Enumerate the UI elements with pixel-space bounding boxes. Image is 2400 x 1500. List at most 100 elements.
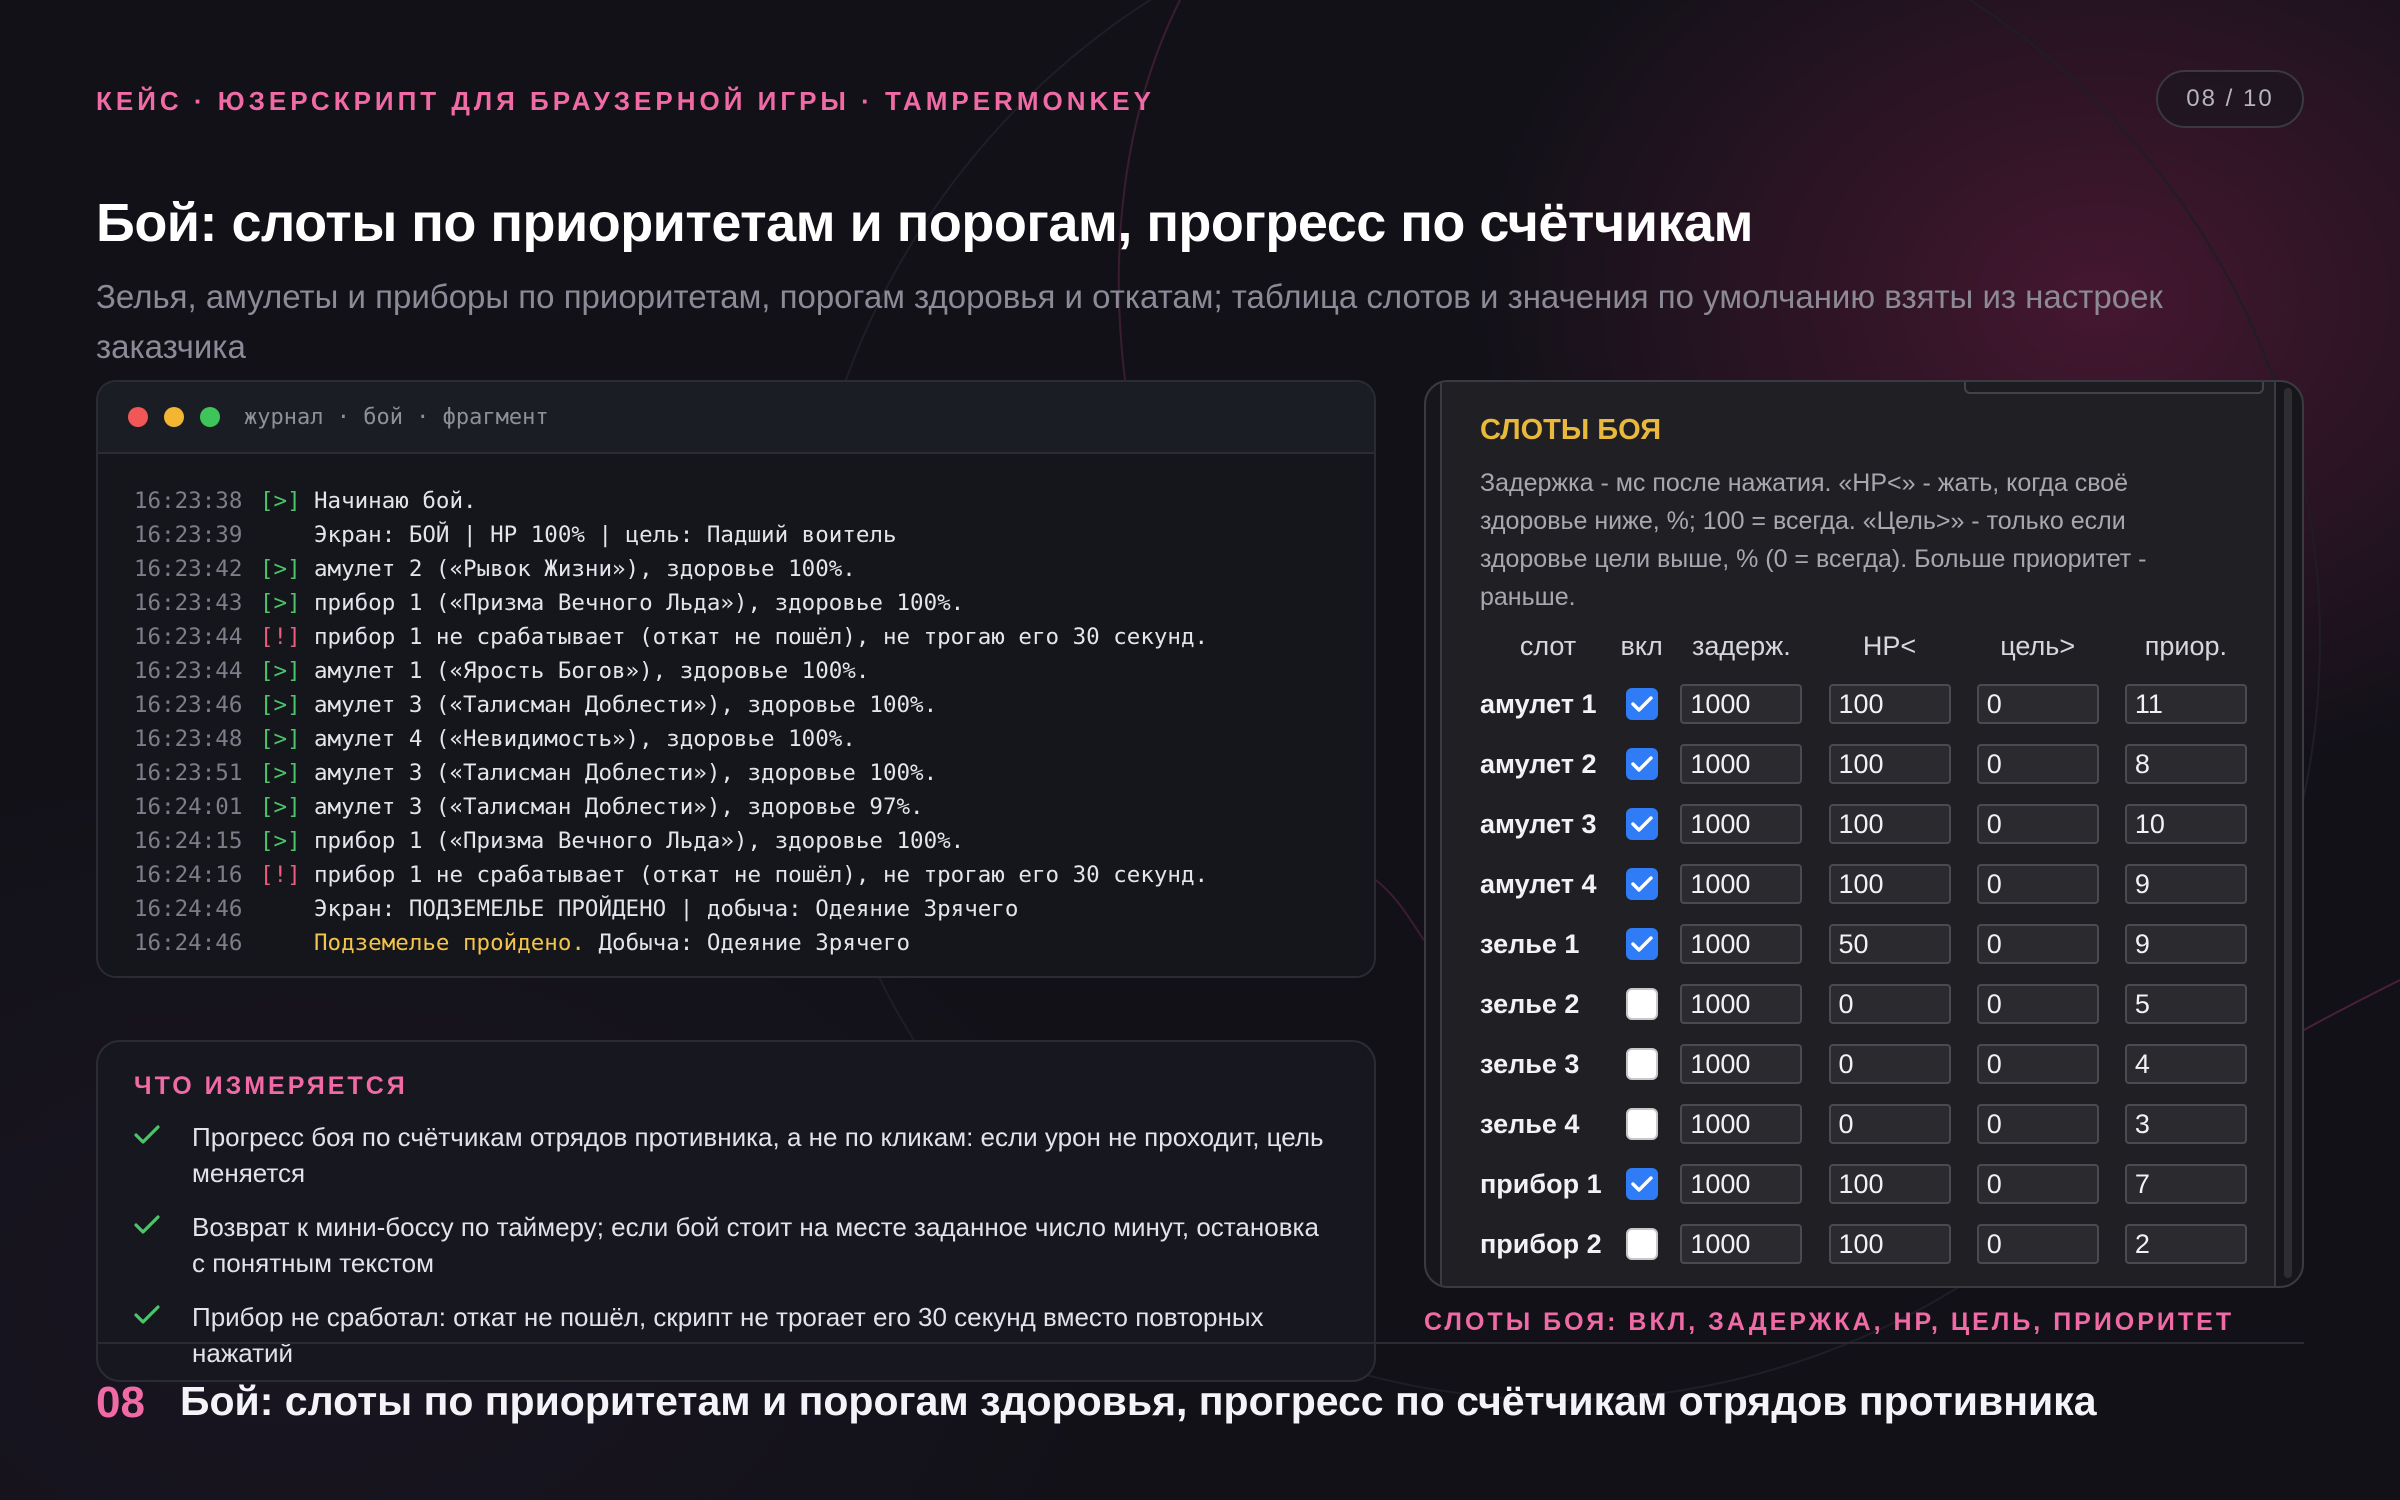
checkmark-icon — [1630, 816, 1653, 832]
log-message: Подземелье пройдено. Добыча: Одеяние Зря… — [314, 926, 910, 960]
log-message: амулет 3 («Талисман Доблести»), здоровье… — [314, 756, 937, 790]
slot-delay-input[interactable]: 1000 — [1680, 744, 1803, 784]
slot-delay-input[interactable]: 1000 — [1680, 1104, 1803, 1144]
slot-target-threshold-input[interactable]: 0 — [1976, 744, 2099, 784]
slot-enabled-checkbox[interactable] — [1625, 1048, 1658, 1080]
slot-delay-input-cell: 1000 — [1667, 794, 1815, 854]
slot-enabled-checkbox[interactable] — [1625, 868, 1658, 900]
slot-enabled-checkbox[interactable] — [1625, 988, 1658, 1020]
slot-hp-threshold-input[interactable]: 100 — [1828, 1164, 1951, 1204]
slots-table-body: амулет 1 1000 100 0 11 амулет 2 1000 100 0 8 амуле… — [1480, 674, 2260, 1274]
slot-target-threshold-input[interactable]: 0 — [1976, 1164, 2099, 1204]
log-message: Начинаю бой. — [314, 484, 477, 518]
slot-enabled-cell — [1616, 914, 1667, 974]
slot-hp-threshold-input[interactable]: 0 — [1828, 1044, 1951, 1084]
checkmark-icon — [1630, 756, 1653, 772]
slot-delay-input-cell: 1000 — [1667, 914, 1815, 974]
checkmark-icon — [1630, 936, 1653, 952]
slot-hp-threshold-input[interactable]: 0 — [1828, 984, 1951, 1024]
log-line: 16:24:15 [>] прибор 1 («Призма Вечного Льд… — [134, 824, 1374, 858]
slot-delay-input-cell: 1000 — [1667, 1154, 1815, 1214]
slot-target-threshold-input-cell: 0 — [1964, 794, 2112, 854]
slot-priority-input[interactable]: 4 — [2124, 1044, 2247, 1084]
slot-hp-threshold-input[interactable]: 100 — [1828, 1224, 1951, 1264]
log-timestamp: 16:23:48 — [134, 726, 243, 752]
slot-priority-input-cell: 2 — [2112, 1214, 2260, 1274]
slot-priority-input[interactable]: 9 — [2124, 924, 2247, 964]
slot-target-threshold-input[interactable]: 0 — [1976, 1104, 2099, 1144]
slot-priority-input[interactable]: 8 — [2124, 744, 2247, 784]
slot-delay-input[interactable]: 1000 — [1680, 684, 1803, 724]
log-tag: [>] — [260, 692, 301, 718]
slot-priority-input[interactable]: 3 — [2124, 1104, 2247, 1144]
log-tag: [!] — [260, 862, 301, 888]
slot-target-threshold-input[interactable]: 0 — [1976, 1224, 2099, 1264]
slot-priority-input[interactable]: 9 — [2124, 864, 2247, 904]
log-message: Экран: БОЙ | HP 100% | цель: Падший воит… — [314, 518, 896, 552]
log-message-text: Экран: БОЙ | HP 100% | цель: Падший воит… — [314, 522, 897, 548]
log-tag: [>] — [260, 726, 301, 752]
slot-target-threshold-input[interactable]: 0 — [1976, 684, 2099, 724]
slot-hp-threshold-input[interactable]: 100 — [1828, 744, 1951, 784]
slot-hp-threshold-input[interactable]: 50 — [1828, 924, 1951, 964]
slot-delay-input[interactable]: 1000 — [1680, 924, 1803, 964]
slot-enabled-checkbox[interactable] — [1625, 1228, 1658, 1260]
slot-hp-threshold-input[interactable]: 100 — [1828, 864, 1951, 904]
slot-row: амулет 2 1000 100 0 8 — [1480, 734, 2260, 794]
slot-priority-input[interactable]: 7 — [2124, 1164, 2247, 1204]
slot-priority-input[interactable]: 10 — [2124, 804, 2247, 844]
measured-card: ЧТО ИЗМЕРЯЕТСЯ Прогресс боя по счётчикам… — [96, 1040, 1376, 1382]
slot-target-threshold-input-cell: 0 — [1964, 974, 2112, 1034]
combat-log-window: журнал · бой · фрагмент 16:23:38 [>] Начин… — [96, 380, 1376, 978]
slot-enabled-checkbox[interactable] — [1625, 1108, 1658, 1140]
slot-target-threshold-input[interactable]: 0 — [1976, 984, 2099, 1024]
slot-enabled-checkbox[interactable] — [1625, 688, 1658, 720]
slot-target-threshold-input[interactable]: 0 — [1976, 804, 2099, 844]
slot-target-threshold-input[interactable]: 0 — [1976, 1044, 2099, 1084]
slot-delay-input[interactable]: 1000 — [1680, 804, 1803, 844]
slot-target-threshold-input-cell: 0 — [1964, 734, 2112, 794]
page-title: Бой: слоты по приоритетам и порогам, про… — [96, 193, 1753, 253]
slot-priority-input[interactable]: 11 — [2124, 684, 2247, 724]
checkmark-icon — [1630, 1176, 1653, 1192]
slot-hp-threshold-input-cell: 0 — [1815, 974, 1963, 1034]
log-message-text: амулет 2 («Рывок Жизни»), здоровье 100%. — [314, 556, 856, 582]
slot-name: прибор 2 — [1480, 1228, 1602, 1259]
slot-enabled-cell — [1616, 974, 1667, 1034]
slot-name: зелье 1 — [1480, 928, 1580, 959]
log-timestamp: 16:24:15 — [134, 828, 243, 854]
log-message: амулет 4 («Невидимость»), здоровье 100%. — [314, 722, 856, 756]
slot-hp-threshold-input[interactable]: 0 — [1828, 1104, 1951, 1144]
slot-enabled-checkbox[interactable] — [1625, 1168, 1658, 1200]
slot-delay-input[interactable]: 1000 — [1680, 1224, 1803, 1264]
log-message: прибор 1 не срабатывает (откат не пошёл)… — [314, 858, 1208, 892]
slot-enabled-checkbox[interactable] — [1625, 928, 1658, 960]
slot-priority-input[interactable]: 5 — [2124, 984, 2247, 1024]
slot-delay-input[interactable]: 1000 — [1680, 1044, 1803, 1084]
slot-hp-threshold-input-cell: 100 — [1815, 734, 1963, 794]
log-body: 16:23:38 [>] Начинаю бой. 16:23:39 Экран: БО… — [98, 454, 1374, 960]
slot-enabled-checkbox[interactable] — [1625, 808, 1658, 840]
log-message-text: амулет 3 («Талисман Доблести»), здоровье… — [314, 692, 938, 718]
slot-delay-input[interactable]: 1000 — [1680, 1164, 1803, 1204]
slot-delay-input[interactable]: 1000 — [1680, 984, 1803, 1024]
slot-enabled-checkbox[interactable] — [1625, 748, 1658, 780]
slot-hp-threshold-input-cell: 0 — [1815, 1094, 1963, 1154]
slot-hp-threshold-input[interactable]: 100 — [1828, 804, 1951, 844]
slot-hp-threshold-input[interactable]: 100 — [1828, 684, 1951, 724]
slot-target-threshold-input[interactable]: 0 — [1976, 864, 2099, 904]
slot-enabled-cell — [1616, 1214, 1667, 1274]
measured-item-text: Прогресс боя по счётчикам отрядов против… — [192, 1122, 1324, 1188]
slot-priority-input-cell: 4 — [2112, 1034, 2260, 1094]
column-header-priority: приор. — [2144, 630, 2228, 661]
slot-enabled-cell — [1616, 854, 1667, 914]
log-line: 16:23:43 [>] прибор 1 («Призма Вечного Льд… — [134, 586, 1374, 620]
log-tag: [>] — [260, 658, 301, 684]
log-message: прибор 1 не срабатывает (откат не пошёл)… — [314, 620, 1208, 654]
column-header-delay: задерж. — [1691, 630, 1791, 661]
slot-target-threshold-input[interactable]: 0 — [1976, 924, 2099, 964]
slot-delay-input[interactable]: 1000 — [1680, 864, 1803, 904]
log-message-text: Экран: ПОДЗЕМЕЛЬЕ ПРОЙДЕНО | добыча: Оде… — [314, 896, 1019, 922]
slot-priority-input[interactable]: 2 — [2124, 1224, 2247, 1264]
panel-scrollbar[interactable] — [2284, 388, 2292, 1278]
